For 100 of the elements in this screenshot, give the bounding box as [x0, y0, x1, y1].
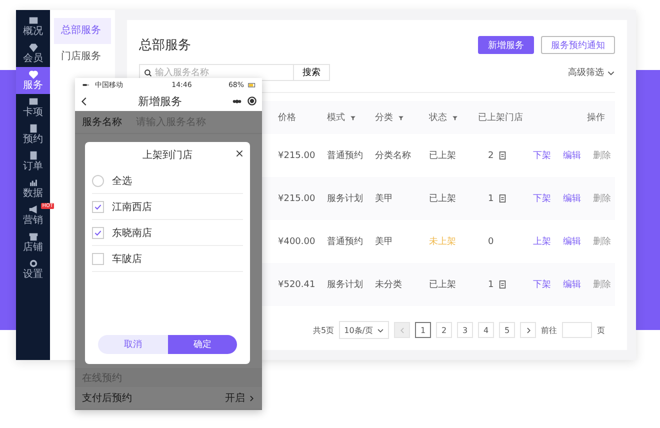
- submenu-item[interactable]: 门店服务: [54, 44, 111, 70]
- page-title: 总部服务: [139, 37, 192, 54]
- toggle-listing-link[interactable]: 下架: [533, 149, 551, 162]
- edit-link[interactable]: 编辑: [563, 235, 581, 248]
- price-cell-text: ¥400.00: [278, 236, 316, 246]
- filter-icon: [350, 114, 356, 120]
- edit-link[interactable]: 编辑: [563, 278, 581, 291]
- edit-link[interactable]: 编辑: [563, 149, 581, 162]
- store-count: 0: [488, 236, 494, 246]
- price-cell-text: ¥520.41: [278, 280, 316, 290]
- mode-cell-text: 服务计划: [327, 192, 364, 205]
- store-option-label: 江南西店: [112, 200, 152, 214]
- goto-label: 前往: [541, 324, 557, 336]
- page-button[interactable]: 5: [499, 322, 515, 338]
- megaphone-icon: [28, 205, 38, 214]
- store-option-label: 全选: [112, 174, 132, 188]
- diamond-icon: [28, 43, 38, 52]
- page-button[interactable]: 4: [478, 322, 494, 338]
- store-option-label: 车陂店: [112, 252, 142, 266]
- sidebar-item[interactable]: 会员: [16, 40, 50, 67]
- cancel-button[interactable]: 取消: [98, 335, 168, 354]
- chevron-down-icon: [377, 326, 384, 334]
- target-icon: [247, 96, 257, 106]
- store-option-label: 东晓南店: [112, 226, 152, 240]
- screen-title: 新增服务: [137, 94, 183, 108]
- column-header[interactable]: 状态: [429, 111, 478, 124]
- close-icon: [236, 150, 243, 157]
- battery-icon: [246, 80, 258, 88]
- sidebar-item[interactable]: 店铺: [16, 229, 50, 256]
- submenu-item[interactable]: 总部服务: [54, 18, 111, 44]
- notification-button[interactable]: 服务预约通知: [541, 36, 615, 54]
- checkbox[interactable]: [92, 252, 104, 264]
- dialog-title: 上架到门店: [142, 148, 192, 162]
- store-count: 2: [488, 150, 494, 160]
- mode-cell-text: 普通预约: [327, 235, 364, 248]
- sidebar-item[interactable]: 数据: [16, 175, 50, 202]
- setting-value: 开启: [225, 392, 245, 405]
- category-cell-text: 未分类: [375, 278, 403, 291]
- confirm-button[interactable]: 确定: [168, 335, 237, 354]
- status-cell-text: 已上架: [429, 278, 457, 291]
- search-icon: [144, 68, 152, 76]
- page-unit-label: 页: [597, 324, 605, 336]
- check-icon: [94, 228, 102, 236]
- sidebar-item[interactable]: 设置: [16, 256, 50, 283]
- sidebar-item[interactable]: 服务: [16, 67, 50, 94]
- search-button[interactable]: 搜索: [294, 64, 330, 81]
- store-count: 1: [488, 280, 494, 290]
- column-header[interactable]: 分类: [375, 111, 429, 124]
- chevron-right-icon: [248, 394, 255, 402]
- form-label: 服务名称: [82, 116, 122, 129]
- check-icon: [94, 202, 102, 210]
- column-header: 已上架门店: [478, 112, 524, 124]
- chevron-left-icon: [398, 326, 406, 334]
- price-cell-text: ¥215.00: [278, 194, 316, 204]
- card-icon: [28, 97, 38, 106]
- category-cell-text: 美甲: [375, 236, 394, 248]
- toggle-listing-link[interactable]: 上架: [533, 235, 551, 248]
- page-size-select[interactable]: 10条/页: [339, 321, 389, 339]
- delete-link[interactable]: 删除: [593, 235, 611, 248]
- status-cell-text: 未上架: [429, 236, 457, 248]
- mode-cell-text: 普通预约: [327, 149, 364, 162]
- edit-link[interactable]: 编辑: [563, 192, 581, 205]
- column-header: 价格: [278, 112, 297, 124]
- page-input[interactable]: [562, 322, 592, 338]
- page-total: 共5页: [313, 324, 334, 336]
- page-button[interactable]: 1: [415, 322, 431, 338]
- status-cell-text: 已上架: [429, 192, 457, 205]
- radio-button[interactable]: [92, 174, 104, 186]
- chevron-right-icon: [524, 326, 532, 334]
- sidebar-item[interactable]: 概况: [16, 13, 50, 40]
- store-count: 1: [488, 194, 494, 204]
- sidebar-item[interactable]: 订单: [16, 148, 50, 175]
- page-button[interactable]: 2: [436, 322, 452, 338]
- checkbox[interactable]: [92, 200, 104, 212]
- column-header: 操作: [587, 112, 606, 124]
- filter-icon: [452, 114, 458, 120]
- filter-icon: [398, 114, 404, 120]
- delete-link[interactable]: 删除: [593, 149, 611, 162]
- bar-chart-icon: [28, 178, 38, 187]
- settings-icon: [28, 259, 38, 268]
- advanced-filter-link[interactable]: 高级筛选: [568, 66, 615, 79]
- chevron-down-icon: [607, 68, 615, 76]
- toggle-listing-link[interactable]: 下架: [533, 278, 551, 291]
- add-service-button[interactable]: 新增服务: [478, 36, 534, 54]
- form-label: 支付后预约: [82, 392, 132, 405]
- next-page-button[interactable]: [520, 322, 536, 338]
- category-cell-text: 分类名称: [375, 150, 412, 162]
- store-icon: [28, 232, 38, 241]
- checkbox[interactable]: [92, 226, 104, 238]
- sidebar-item[interactable]: 预约: [16, 121, 50, 148]
- mode-cell-text: 服务计划: [327, 278, 364, 291]
- page-button[interactable]: 3: [457, 322, 473, 338]
- back-icon: [80, 96, 89, 106]
- status-cell-text: 已上架: [429, 150, 457, 162]
- heart-icon: [28, 70, 38, 79]
- sidebar-item[interactable]: 卡项: [16, 94, 50, 121]
- price-cell-text: ¥215.00: [278, 150, 316, 160]
- toggle-listing-link[interactable]: 下架: [533, 192, 551, 205]
- column-header[interactable]: 模式: [327, 111, 375, 124]
- category-cell-text: 美甲: [375, 192, 394, 205]
